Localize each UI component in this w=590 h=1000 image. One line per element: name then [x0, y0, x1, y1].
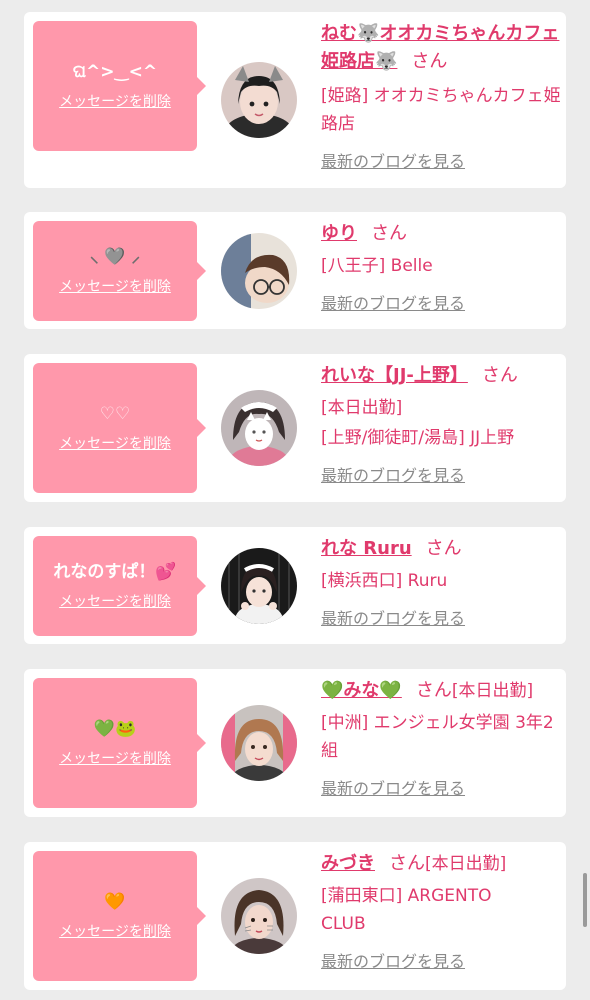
profile-name-link[interactable]: れいな【JJ-上野】 — [321, 365, 468, 386]
shop-label: [八王子] Belle — [321, 256, 433, 276]
latest-blog-link[interactable]: 最新のブログを見る — [321, 148, 465, 172]
avatar[interactable] — [221, 62, 297, 138]
message-card: 💚🐸 メッセージを削除 💚みな💚 さん[本日出勤] [中洲] エンジェル女学園 3… — [24, 669, 566, 817]
shop-label: [横浜西口] Ruru — [321, 571, 448, 591]
message-text: ଘ^>‿<^ — [72, 62, 158, 82]
avatar[interactable] — [221, 390, 297, 466]
name-line: みづき さん[本日出勤] — [321, 850, 561, 878]
name-line: 💚みな💚 さん[本日出勤] — [321, 677, 565, 705]
message-text: れなのすぱ！💕 — [53, 562, 177, 582]
avatar[interactable] — [221, 233, 297, 309]
delete-message-link[interactable]: メッセージを削除 — [59, 591, 171, 611]
profile-name-link[interactable]: みづき — [321, 853, 375, 874]
latest-blog-link[interactable]: 最新のブログを見る — [321, 290, 465, 314]
attendance-label: [本日出勤] — [321, 398, 403, 418]
profile-name-link[interactable]: ゆり — [321, 223, 357, 244]
message-bubble: 💚🐸 メッセージを削除 — [33, 678, 206, 808]
message-text: ⸜ 🩶 ⸝ — [89, 247, 140, 267]
profile-info: ゆり さん [八王子] Belle 最新のブログを見る — [321, 220, 561, 314]
profile-name-link[interactable]: 💚みな💚 — [321, 680, 402, 701]
latest-blog-link[interactable]: 最新のブログを見る — [321, 462, 465, 486]
latest-blog-link[interactable]: 最新のブログを見る — [321, 605, 465, 629]
name-line: れいな【JJ-上野】 さん — [321, 362, 561, 390]
shop-label: [上野/御徒町/湯島] JJ上野 — [321, 428, 515, 448]
attendance-label: [本日出勤] — [425, 854, 507, 874]
message-card: れなのすぱ！💕 メッセージを削除 れな Ruru さん [横浜西口] Ruru 最… — [24, 527, 566, 644]
profile-info: 💚みな💚 さん[本日出勤] [中洲] エンジェル女学園 3年2組 最新のブログを見… — [321, 677, 565, 799]
profile-info: ねむ🐺オオカミちゃんカフェ姫路店🐺 さん [姫路] オオカミちゃんカフェ姫路店 最… — [321, 20, 561, 172]
delete-message-link[interactable]: メッセージを削除 — [59, 91, 171, 111]
shop-label: [姫路] オオカミちゃんカフェ姫路店 — [321, 86, 561, 134]
delete-message-link[interactable]: メッセージを削除 — [59, 748, 171, 768]
honorific: さん — [415, 680, 452, 701]
message-bubble: れなのすぱ！💕 メッセージを削除 — [33, 536, 206, 636]
message-bubble: 🧡 メッセージを削除 — [33, 851, 206, 981]
profile-info: みづき さん[本日出勤] [蒲田東口] ARGENTO CLUB 最新のブログを見… — [321, 850, 561, 972]
avatar[interactable] — [221, 878, 297, 954]
profile-name-link[interactable]: れな Ruru — [321, 538, 412, 559]
shop-label: [中洲] エンジェル女学園 3年2組 — [321, 713, 554, 761]
avatar[interactable] — [221, 705, 297, 781]
message-card: ⸜ 🩶 ⸝ メッセージを削除 ゆり さん [八王子] Belle 最新のブログを見… — [24, 212, 566, 329]
avatar[interactable] — [221, 548, 297, 624]
profile-info: れな Ruru さん [横浜西口] Ruru 最新のブログを見る — [321, 535, 561, 629]
message-card: ଘ^>‿<^ メッセージを削除 ねむ🐺オオカミちゃんカフェ姫路店🐺 さん [姫路]… — [24, 12, 566, 188]
shop-label: [蒲田東口] ARGENTO CLUB — [321, 886, 492, 934]
message-bubble: ଘ^>‿<^ メッセージを削除 — [33, 21, 206, 151]
scrollbar[interactable] — [583, 873, 587, 927]
delete-message-link[interactable]: メッセージを削除 — [59, 921, 171, 941]
latest-blog-link[interactable]: 最新のブログを見る — [321, 948, 465, 972]
message-text: ♡♡ — [99, 404, 131, 424]
profile-info: れいな【JJ-上野】 さん [本日出勤] [上野/御徒町/湯島] JJ上野 最新の… — [321, 362, 561, 486]
honorific: さん — [481, 365, 518, 386]
delete-message-link[interactable]: メッセージを削除 — [59, 276, 171, 296]
message-bubble: ⸜ 🩶 ⸝ メッセージを削除 — [33, 221, 206, 321]
message-card: ♡♡ メッセージを削除 れいな【JJ-上野】 さん [本日出勤] [上野/御徒町/… — [24, 354, 566, 502]
delete-message-link[interactable]: メッセージを削除 — [59, 433, 171, 453]
message-bubble: ♡♡ メッセージを削除 — [33, 363, 206, 493]
name-line: ゆり さん — [321, 220, 561, 248]
message-card: 🧡 メッセージを削除 みづき さん[本日出勤] [蒲田東口] ARGENTO CL… — [24, 842, 566, 990]
latest-blog-link[interactable]: 最新のブログを見る — [321, 775, 465, 799]
name-line: れな Ruru さん — [321, 535, 561, 563]
attendance-label: [本日出勤] — [451, 681, 534, 701]
honorific: さん — [371, 223, 407, 244]
message-text: 💚🐸 — [93, 719, 137, 739]
name-line: ねむ🐺オオカミちゃんカフェ姫路店🐺 さん — [321, 20, 561, 76]
honorific: さん — [425, 538, 462, 559]
honorific: さん — [389, 853, 425, 874]
message-text: 🧡 — [104, 892, 126, 912]
honorific: さん — [411, 51, 448, 72]
